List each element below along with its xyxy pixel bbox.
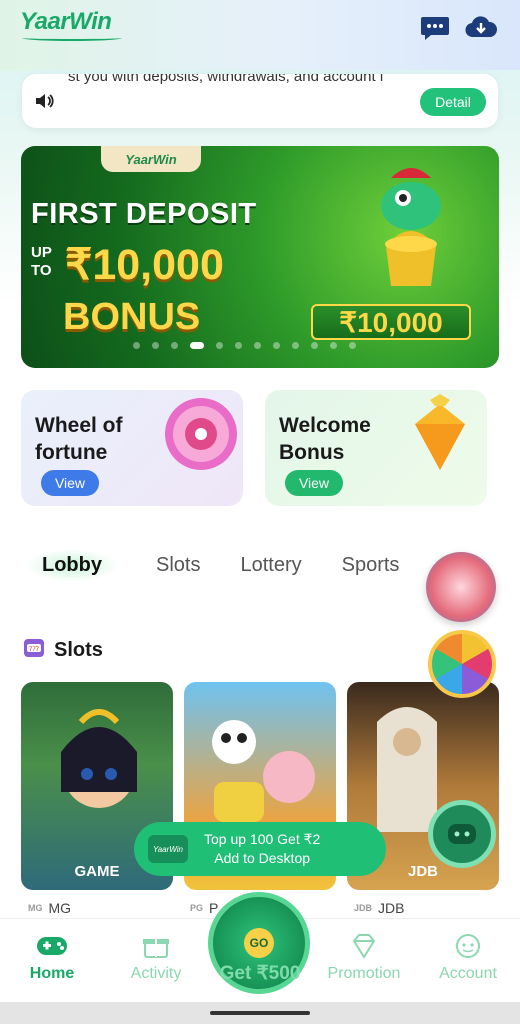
mascot-illustration xyxy=(381,168,441,286)
banner-upto: UP TO xyxy=(31,244,52,279)
nav-account[interactable]: Account xyxy=(418,933,518,983)
roulette-icon xyxy=(165,398,237,470)
diamond-icon xyxy=(415,394,465,470)
promo-banner[interactable]: YaarWin FIRST DEPOSIT UP TO ₹10,000 BONU… xyxy=(21,146,499,368)
provider-icon: PG xyxy=(190,903,204,913)
carousel-dot[interactable] xyxy=(330,342,337,349)
speaker-icon xyxy=(34,92,56,115)
banner-amount-tag: ₹10,000 xyxy=(311,304,471,340)
gamepad-icon xyxy=(37,937,67,955)
add-to-desktop-banner[interactable]: YaarWin Top up 100 Get ₹2 Add to Desktop xyxy=(134,822,386,876)
welcome-bonus-card[interactable]: Welcome Bonus View xyxy=(265,390,487,506)
card-title: Wheel of fortune xyxy=(35,414,123,464)
banner-amount: ₹10,000 xyxy=(65,241,224,289)
provider-name: JDB xyxy=(378,900,405,916)
account-face-icon xyxy=(456,934,480,958)
system-nav-bar xyxy=(0,1002,520,1024)
provider-label: MG MG xyxy=(28,900,71,916)
carousel-dot[interactable] xyxy=(133,342,140,349)
gift-icon xyxy=(143,939,169,958)
tab-sports[interactable]: Sports xyxy=(342,554,400,577)
provider-icon: MG xyxy=(28,903,43,913)
provider-icon: JDB xyxy=(354,903,373,913)
section-title: Slots xyxy=(54,639,103,661)
provider-name: MG xyxy=(48,900,72,916)
nav-label: Account xyxy=(439,965,497,982)
banner-headline: FIRST DEPOSIT xyxy=(31,198,257,230)
tab-lobby[interactable]: Lobby xyxy=(28,549,116,581)
app-logo[interactable]: YaarWin xyxy=(20,8,112,36)
banner-bonus: BONUS xyxy=(63,296,201,338)
nav-label: Promotion xyxy=(327,965,401,982)
carousel-dot[interactable] xyxy=(216,342,223,349)
card-title: Welcome Bonus xyxy=(279,414,371,464)
detail-button[interactable]: Detail xyxy=(420,88,486,116)
floating-support-robot-icon[interactable] xyxy=(428,800,496,868)
carousel-dot-active[interactable] xyxy=(190,342,204,349)
provider-label: JDB JDB xyxy=(354,900,404,916)
go-badge: GO xyxy=(244,928,274,958)
view-button[interactable]: View xyxy=(285,470,343,496)
banner-logo: YaarWin xyxy=(101,146,201,172)
logo-swoosh xyxy=(22,35,122,41)
carousel-dot[interactable] xyxy=(152,342,159,349)
nav-label: Activity xyxy=(130,965,182,982)
chat-icon[interactable] xyxy=(418,14,452,42)
nav-home[interactable]: Home xyxy=(2,933,102,983)
addhome-logo: YaarWin xyxy=(148,835,188,863)
nav-activity[interactable]: Activity xyxy=(106,933,206,983)
carousel-dot[interactable] xyxy=(292,342,299,349)
center-label[interactable]: Get ₹500 xyxy=(210,962,310,985)
wheel-of-fortune-card[interactable]: Wheel of fortune View xyxy=(21,390,243,506)
provider-label: PG P xyxy=(190,900,218,916)
carousel-dot[interactable] xyxy=(171,342,178,349)
svg-text:777: 777 xyxy=(29,647,40,653)
slot-machine-icon: 777 xyxy=(22,636,46,665)
top-bar: YaarWin xyxy=(0,0,520,70)
floating-gift-icon[interactable] xyxy=(426,552,496,622)
tab-lottery[interactable]: Lottery xyxy=(240,554,301,577)
nav-promotion[interactable]: Promotion xyxy=(314,933,414,983)
notice-bar: st you with deposits, withdrawals, and a… xyxy=(22,74,498,128)
view-button[interactable]: View xyxy=(41,470,99,496)
carousel-dot[interactable] xyxy=(273,342,280,349)
addhome-line1: Top up 100 Get ₹2 xyxy=(204,831,321,847)
slots-section-header: 777 Slots xyxy=(22,636,103,665)
notice-text: st you with deposits, withdrawals, and a… xyxy=(68,74,384,85)
addhome-text: Top up 100 Get ₹2 Add to Desktop xyxy=(204,830,320,868)
carousel-dots[interactable] xyxy=(133,342,356,349)
download-icon[interactable] xyxy=(464,14,498,42)
addhome-line2: Add to Desktop xyxy=(214,850,311,866)
carousel-dot[interactable] xyxy=(311,342,318,349)
tab-slots[interactable]: Slots xyxy=(156,554,200,577)
carousel-dot[interactable] xyxy=(235,342,242,349)
gesture-handle[interactable] xyxy=(210,1011,310,1015)
floating-wheel-icon[interactable] xyxy=(428,630,496,698)
diamond-outline-icon xyxy=(352,934,376,959)
carousel-dot[interactable] xyxy=(254,342,261,349)
carousel-dot[interactable] xyxy=(349,342,356,349)
nav-label: Home xyxy=(29,965,75,982)
